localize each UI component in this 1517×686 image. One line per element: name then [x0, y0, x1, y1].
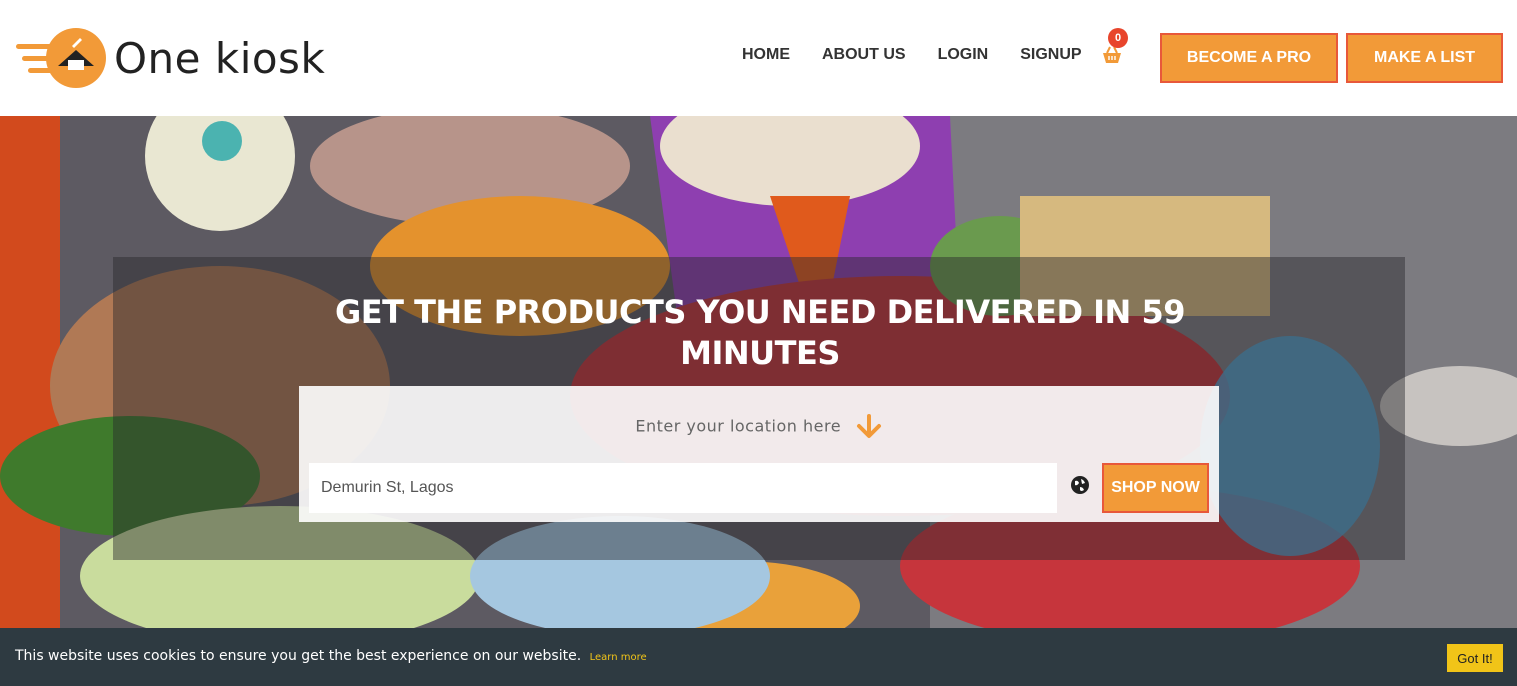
- nav-signup[interactable]: SIGNUP: [1020, 46, 1081, 64]
- cookie-accept-button[interactable]: Got It!: [1447, 644, 1503, 672]
- shop-now-button[interactable]: SHOP NOW: [1102, 463, 1209, 513]
- brand-name: One kiosk: [114, 33, 326, 83]
- cookie-banner: This website uses cookies to ensure you …: [0, 628, 1517, 686]
- make-list-button[interactable]: MAKE A LIST: [1346, 33, 1503, 83]
- location-input[interactable]: [309, 463, 1057, 513]
- location-search-card: Enter your location here SHOP NOW: [299, 386, 1219, 522]
- nav-home[interactable]: HOME: [742, 46, 790, 64]
- arrow-down-icon: [856, 414, 881, 438]
- nav-about-us[interactable]: ABOUT US: [822, 46, 906, 64]
- logo-icon: [16, 28, 106, 88]
- globe-locate-icon[interactable]: [1070, 475, 1090, 495]
- hero-section: GET THE PRODUCTS YOU NEED DELIVERED IN 5…: [0, 116, 1517, 628]
- site-header: One kiosk HOME ABOUT US LOGIN SIGNUP 0 B…: [0, 0, 1517, 116]
- hero-title: GET THE PRODUCTS YOU NEED DELIVERED IN 5…: [334, 293, 1186, 372]
- cookie-message: This website uses cookies to ensure you …: [15, 648, 647, 664]
- cart-count-badge: 0: [1108, 28, 1128, 48]
- location-hint-text: Enter your location here: [635, 416, 842, 436]
- brand-logo[interactable]: One kiosk: [14, 26, 325, 90]
- main-nav: HOME ABOUT US LOGIN SIGNUP: [742, 46, 1114, 64]
- cookie-text: This website uses cookies to ensure you …: [15, 648, 582, 664]
- cookie-learn-more-link[interactable]: Learn more: [590, 652, 647, 663]
- location-hint: Enter your location here: [299, 414, 1219, 440]
- become-pro-button[interactable]: BECOME A PRO: [1160, 33, 1338, 83]
- nav-login[interactable]: LOGIN: [938, 46, 989, 64]
